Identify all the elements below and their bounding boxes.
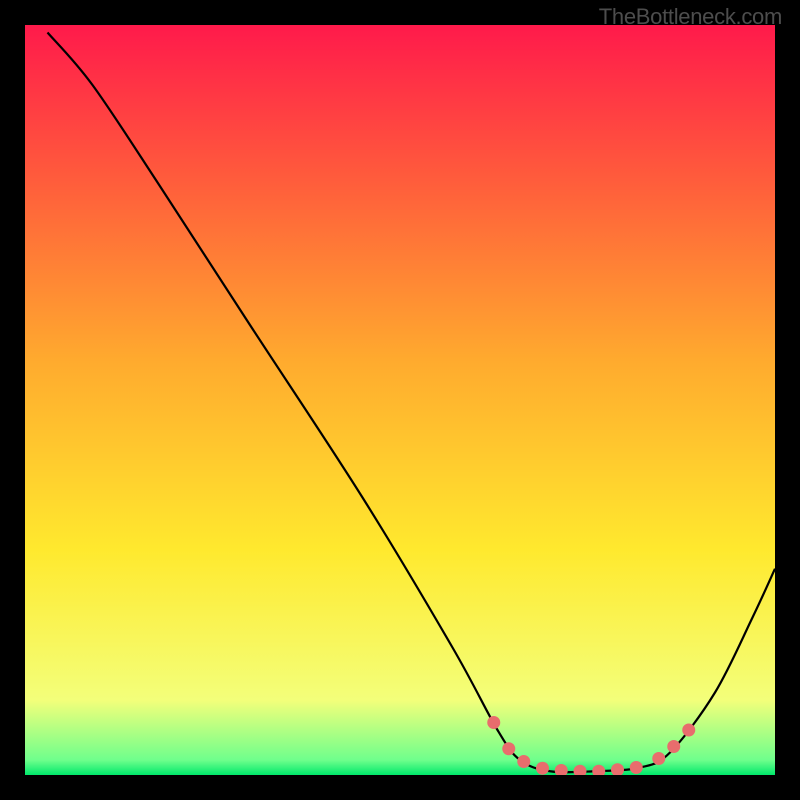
watermark-text: TheBottleneck.com <box>599 4 782 30</box>
curve-marker <box>682 724 695 737</box>
curve-marker <box>667 740 680 753</box>
gradient-background <box>25 25 775 775</box>
curve-marker <box>502 742 515 755</box>
curve-marker <box>652 752 665 765</box>
plot-area <box>25 25 775 775</box>
chart-frame: TheBottleneck.com <box>0 0 800 800</box>
curve-marker <box>487 716 500 729</box>
curve-marker <box>536 762 549 775</box>
curve-marker <box>517 755 530 768</box>
bottleneck-chart <box>25 25 775 775</box>
curve-marker <box>630 761 643 774</box>
